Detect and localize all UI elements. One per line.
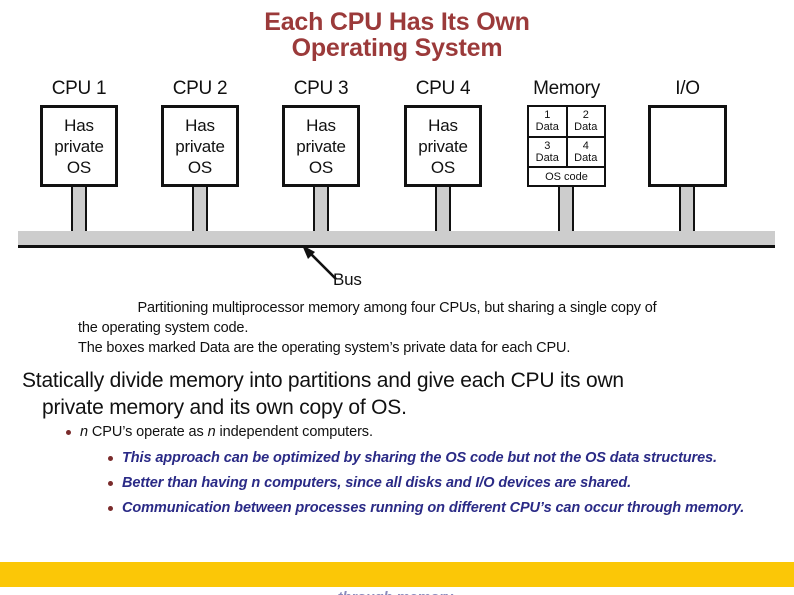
- memory-partition-1-text: Data: [535, 121, 559, 134]
- figure-caption: Partitioning multiprocessor memory among…: [0, 298, 794, 358]
- bullet-1-italic-2: n: [207, 424, 216, 440]
- cpu-1-label: CPU 1: [51, 78, 107, 99]
- cpu-2-text-line-3: OS: [187, 157, 213, 177]
- io-box: [648, 105, 727, 187]
- list-item: Better than having n computers, since al…: [0, 472, 794, 494]
- bullet-marker-icon: [108, 506, 113, 511]
- memory-partition-3-number: 3: [544, 139, 551, 152]
- cpu-2-text-line-2: private: [175, 136, 225, 156]
- bullet-1-after: independent computers.: [215, 424, 373, 440]
- bus-stem-memory: [558, 187, 574, 233]
- memory-partition-1: 1 Data: [529, 107, 568, 136]
- cpu-2-text-line-1: Has: [185, 115, 215, 135]
- cpu-1-text-line-3: OS: [66, 157, 92, 177]
- bus-stem-cpu-3: [313, 187, 329, 233]
- cpu-3-box: Has private OS: [282, 105, 360, 187]
- bullet-marker-icon: [108, 481, 113, 486]
- memory-os-code-row: OS code: [545, 170, 588, 183]
- body-headline-line-1: Statically divide memory into partitions…: [22, 369, 624, 392]
- bus-stem-cpu-1: [71, 187, 87, 233]
- bullet-3-text: Better than having n computers, since al…: [122, 475, 632, 491]
- bullet-4-text: Communication between processes running …: [122, 500, 745, 516]
- io-label: I/O: [675, 78, 700, 99]
- bus-stem-cpu-4: [435, 187, 451, 233]
- cpu-3-label: CPU 3: [293, 78, 349, 99]
- cpu-3-text-line-1: Has: [306, 115, 336, 135]
- caption-line-3: The boxes marked Data are the operating …: [78, 340, 571, 356]
- cpu-3-text-line-3: OS: [308, 157, 334, 177]
- cpu-1-box: Has private OS: [40, 105, 118, 187]
- memory-label: Memory: [533, 78, 600, 99]
- bullet-list: n CPU’s operate as n independent compute…: [0, 420, 794, 519]
- body-headline-line-2: private memory and its own copy of OS.: [42, 396, 407, 419]
- memory-partition-1-number: 1: [544, 109, 551, 122]
- system-bus: [18, 231, 775, 248]
- memory-box: 1 Data 2 Data 3 Data 4 Data OS code: [527, 105, 606, 187]
- cpu-4-text-line-2: private: [418, 136, 468, 156]
- bullet-1-italic-1: n: [80, 424, 88, 440]
- architecture-diagram: CPU 1 CPU 2 CPU 3 CPU 4 Memory I/O Has p…: [0, 0, 794, 300]
- bus-stem-io: [679, 187, 695, 233]
- memory-partition-2-number: 2: [582, 109, 589, 122]
- cpu-4-text-line-3: OS: [430, 157, 456, 177]
- cpu-2-label: CPU 2: [172, 78, 228, 99]
- bullet-2-text: This approach can be optimized by sharin…: [122, 450, 717, 466]
- footer-clipped-text: through memory.: [0, 587, 794, 595]
- memory-partition-4-number: 4: [582, 139, 589, 152]
- memory-partition-3-text: Data: [535, 151, 559, 164]
- cpu-3-text-line-2: private: [296, 136, 346, 156]
- bus-stem-cpu-2: [192, 187, 208, 233]
- memory-partition-3: 3 Data: [529, 137, 568, 166]
- body-headline: Statically divide memory into partitions…: [22, 367, 762, 421]
- bullet-marker-icon: [66, 430, 71, 435]
- memory-row-2: 3 Data 4 Data: [529, 137, 605, 168]
- list-item: Communication between processes running …: [0, 497, 794, 519]
- memory-partition-4-text: Data: [574, 151, 598, 164]
- memory-row-1: 1 Data 2 Data: [529, 107, 604, 138]
- cpu-1-text-line-2: private: [54, 136, 104, 156]
- cpu-2-box: Has private OS: [161, 105, 239, 187]
- bullet-1-mid: CPU’s operate as: [87, 424, 208, 440]
- caption-line-2: the operating system code.: [78, 320, 249, 336]
- memory-partition-4: 4 Data: [568, 138, 605, 167]
- cpu-4-text-line-1: Has: [428, 115, 458, 135]
- cpu-1-text-line-1: Has: [64, 115, 94, 135]
- caption-line-1: Partitioning multiprocessor memory among…: [137, 300, 657, 316]
- cpu-4-box: Has private OS: [404, 105, 482, 187]
- list-item: n CPU’s operate as n independent compute…: [0, 420, 794, 444]
- cpu-4-label: CPU 4: [415, 78, 471, 99]
- footer-accent-bar: [0, 562, 794, 587]
- bullet-marker-icon: [108, 456, 113, 461]
- list-item: This approach can be optimized by sharin…: [0, 447, 794, 469]
- bus-label: Bus: [333, 270, 362, 289]
- memory-partition-2: 2 Data: [568, 107, 605, 136]
- memory-partition-2-text: Data: [574, 121, 598, 134]
